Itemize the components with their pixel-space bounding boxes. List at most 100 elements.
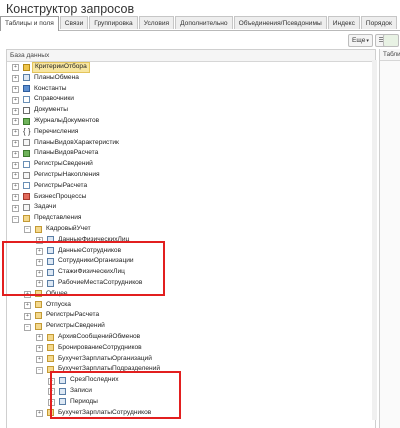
folder-icon <box>35 301 42 309</box>
tree-row[interactable]: + Записи <box>7 386 375 397</box>
expand-icon[interactable]: + <box>36 237 43 245</box>
tab-0[interactable]: Таблицы и поля <box>0 16 59 31</box>
tbl-icon <box>47 236 54 244</box>
tree-row[interactable]: + РегистрыСведений <box>7 159 375 170</box>
green-icon <box>23 117 30 125</box>
tree-row[interactable]: − Представления <box>7 213 375 224</box>
expand-icon[interactable]: + <box>36 334 43 342</box>
tree-row[interactable]: + СрезПоследних <box>7 375 375 386</box>
collapse-icon[interactable]: − <box>24 323 31 331</box>
expand-icon[interactable]: + <box>12 118 19 126</box>
expand-icon[interactable]: + <box>12 183 19 191</box>
tree-row[interactable]: + Документы <box>7 105 375 116</box>
expand-icon[interactable]: + <box>36 355 43 363</box>
tree-row[interactable]: − БухучетЗарплатыПодразделений <box>7 364 375 375</box>
expand-icon[interactable]: + <box>48 399 55 407</box>
folder-icon <box>47 344 54 352</box>
grid-icon <box>23 95 30 103</box>
tree-row[interactable]: + БронированиеСотрудников <box>7 343 375 354</box>
tbl-icon <box>59 398 66 406</box>
tree-row[interactable]: + СотрудникиОрганизации <box>7 256 375 267</box>
expand-icon[interactable]: + <box>12 172 19 180</box>
tab-4[interactable]: Дополнительно <box>175 16 233 29</box>
tree-row[interactable]: + Периоды <box>7 397 375 408</box>
expand-icon[interactable]: + <box>36 280 43 288</box>
expand-icon[interactable]: + <box>12 139 19 147</box>
tab-bar: Таблицы и поля Связи Группировка Условия Доп… <box>0 16 400 31</box>
tab-3[interactable]: Условия <box>138 16 175 29</box>
expand-icon[interactable]: + <box>36 258 43 266</box>
tree-row[interactable]: + Задачи <box>7 202 375 213</box>
more-button[interactable]: Еще▾ <box>348 34 373 47</box>
tab-7[interactable]: Порядок <box>360 16 397 29</box>
tree-row[interactable]: − КадровыйУчет <box>7 224 375 235</box>
expand-icon[interactable]: + <box>12 204 19 212</box>
add-table-icon[interactable] <box>383 34 399 47</box>
expand-icon[interactable]: + <box>36 269 43 277</box>
folder-icon <box>47 333 54 341</box>
expand-icon[interactable]: + <box>48 377 55 385</box>
enum-icon: { } <box>23 127 31 137</box>
tree-row[interactable]: − РегистрыСведений <box>7 321 375 332</box>
expand-icon[interactable]: + <box>36 345 43 353</box>
tree-row-label: БухучетЗарплатыСотрудников <box>58 408 152 416</box>
collapse-icon[interactable]: − <box>12 215 19 223</box>
tab-6[interactable]: Индекс <box>327 16 360 29</box>
tree-row-label: СрезПоследних <box>70 376 119 384</box>
expand-icon[interactable]: + <box>12 96 19 104</box>
expand-icon[interactable]: + <box>12 150 19 158</box>
folder-icon <box>35 290 42 298</box>
tree-row-label: РабочиеМестаСотрудников <box>58 278 143 286</box>
tree-row[interactable]: + БухучетЗарплатыСотрудников <box>7 408 375 419</box>
expand-icon[interactable]: + <box>24 301 31 309</box>
tree-scrollbar[interactable] <box>372 60 377 420</box>
tree-row[interactable]: + РегистрыРасчета <box>7 310 375 321</box>
expand-icon[interactable]: + <box>12 75 19 83</box>
tree-row[interactable]: + Отпуска <box>7 300 375 311</box>
tree-row[interactable]: + КритерииОтбора <box>7 62 375 73</box>
tree-row-label: РегистрыСведений <box>34 160 93 168</box>
tree-row-label: РегистрыНакопления <box>34 170 100 178</box>
expand-icon[interactable]: + <box>48 388 55 396</box>
tree-row[interactable]: + СтажиФизическихЛиц <box>7 267 375 278</box>
tree-row[interactable]: + РегистрыРасчета <box>7 181 375 192</box>
grid2-icon <box>23 203 30 211</box>
tree-row-label: БизнесПроцессы <box>34 192 87 200</box>
expand-icon[interactable]: + <box>12 107 19 115</box>
grid-icon <box>23 160 30 168</box>
tree-row[interactable]: + БизнесПроцессы <box>7 192 375 203</box>
tbl-icon <box>23 74 30 82</box>
expand-icon[interactable]: + <box>12 193 19 201</box>
expand-icon[interactable]: + <box>36 409 43 417</box>
tree-row[interactable]: + ДанныеСотрудников <box>7 246 375 257</box>
expand-icon[interactable]: + <box>24 312 31 320</box>
expand-icon[interactable]: + <box>12 129 19 137</box>
expand-icon[interactable]: + <box>12 85 19 93</box>
tree-row[interactable]: + ПланыВидовХарактеристик <box>7 138 375 149</box>
tree-row[interactable]: + ПланыОбмена <box>7 73 375 84</box>
tree-toolbar: Еще▾ ☰ <box>348 34 388 47</box>
tree-row-label: БухучетЗарплатыОрганизаций <box>58 354 152 362</box>
tree-row[interactable]: + Общее <box>7 289 375 300</box>
tree-row[interactable]: + Справочники <box>7 94 375 105</box>
expand-icon[interactable]: + <box>24 291 31 299</box>
tab-5[interactable]: Объединения/Псевдонимы <box>233 16 327 29</box>
tree-row[interactable]: + ЖурналыДокументов <box>7 116 375 127</box>
tbl-icon <box>47 279 54 287</box>
tree-row[interactable]: + ДанныеФизическихЛиц <box>7 235 375 246</box>
tree-row[interactable]: + Константы <box>7 84 375 95</box>
tab-1[interactable]: Связи <box>59 16 89 29</box>
tree-row[interactable]: + РегистрыНакопления <box>7 170 375 181</box>
tree-row[interactable]: + АрхивСообщенийОбменов <box>7 332 375 343</box>
expand-icon[interactable]: + <box>12 161 19 169</box>
collapse-icon[interactable]: − <box>36 366 43 374</box>
expand-icon[interactable]: + <box>36 247 43 255</box>
tree-row[interactable]: + ПланыВидовРасчета <box>7 148 375 159</box>
collapse-icon[interactable]: − <box>24 226 31 234</box>
expand-icon[interactable]: + <box>12 64 19 72</box>
folder-icon <box>47 409 54 417</box>
tree-row[interactable]: + РабочиеМестаСотрудников <box>7 278 375 289</box>
tree-row[interactable]: + БухучетЗарплатыОрганизаций <box>7 354 375 365</box>
tree-row[interactable]: + { } Перечисления <box>7 127 375 138</box>
tab-2[interactable]: Группировка <box>89 16 138 29</box>
